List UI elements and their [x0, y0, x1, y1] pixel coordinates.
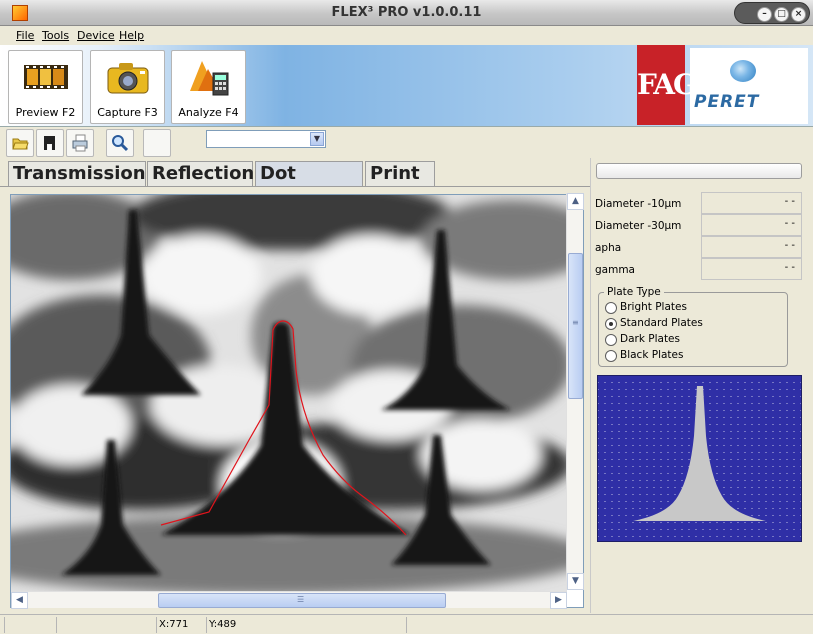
status-x: X:771 [156, 617, 206, 633]
dot-shape-preview [597, 375, 802, 542]
capture-button-label: Capture F3 [97, 106, 158, 119]
measurement-row: apha - - [595, 236, 802, 258]
measurement-label: Diameter -30µm [595, 220, 682, 232]
status-cell [406, 617, 806, 633]
radio-button[interactable] [605, 302, 617, 314]
plate-type-group: Plate Type Bright Plates Standard Plates… [598, 286, 788, 367]
blank-button[interactable] [143, 129, 171, 157]
scroll-right-icon[interactable]: ▶ [550, 592, 567, 609]
scroll-down-icon[interactable]: ▼ [567, 573, 584, 590]
zoom-icon [112, 135, 129, 152]
progress-bar [596, 163, 802, 179]
measurement-value: - - [701, 214, 802, 236]
dot-image-view[interactable] [10, 194, 584, 608]
menu-help[interactable]: Help [119, 29, 144, 42]
minimize-icon[interactable]: – [757, 7, 772, 22]
open-folder-button[interactable] [6, 129, 34, 157]
plate-type-title: Plate Type [604, 286, 664, 298]
window-controls: – □ × [734, 2, 810, 24]
camera-icon [107, 63, 149, 94]
radio-button-checked[interactable] [605, 318, 617, 330]
status-y: Y:489 [206, 617, 406, 633]
print-icon [72, 134, 88, 152]
save-icon [44, 136, 55, 150]
radio-button[interactable] [605, 350, 617, 362]
menu-device[interactable]: Device [77, 29, 115, 42]
fag-logo: FAG [637, 45, 697, 125]
measurement-label: apha [595, 242, 622, 254]
preview-button[interactable]: Preview F2 [8, 50, 83, 124]
title-bar: FLEX³ PRO v1.0.0.11 – □ × [0, 0, 813, 26]
measurement-label: gamma [595, 264, 635, 276]
analyze-button[interactable]: Analyze F4 [171, 50, 246, 124]
tab-transmission[interactable]: Transmission [8, 161, 146, 186]
close-icon[interactable]: × [791, 7, 806, 22]
measurement-value: - - [701, 236, 802, 258]
window-title: FLEX³ PRO v1.0.0.11 [331, 5, 482, 20]
vertical-scroll-thumb[interactable]: ≡ [568, 253, 583, 399]
measurement-row: Diameter -10µm - - [595, 192, 802, 214]
analyze-button-label: Analyze F4 [178, 106, 239, 119]
measurement-label: Diameter -10µm [595, 198, 682, 210]
tab-dot-shape[interactable]: Dot Shape [255, 161, 363, 208]
horizontal-scroll-thumb[interactable]: ☰ [158, 593, 446, 608]
measurement-value: - - [701, 192, 802, 214]
tab-strip: Transmission Reflection Dot Shape Print [0, 158, 590, 208]
scroll-left-icon[interactable]: ◀ [11, 592, 28, 609]
print-button[interactable] [66, 129, 94, 157]
maximize-icon[interactable]: □ [774, 7, 789, 22]
film-strip-icon [24, 65, 68, 89]
measurement-value: - - [701, 258, 802, 280]
toolbar-combo[interactable]: ▼ [206, 130, 326, 148]
measurement-row: Diameter -30µm - - [595, 214, 802, 236]
chevron-down-icon[interactable]: ▼ [310, 132, 324, 146]
menu-bar: File Tools Device Help [0, 26, 813, 45]
calculator-icon [190, 61, 229, 96]
microscope-image [11, 195, 583, 595]
scroll-up-icon[interactable]: ▲ [567, 193, 584, 210]
menu-file[interactable]: File [16, 29, 34, 42]
status-cell [56, 617, 156, 633]
measurement-panel: Diameter -10µm - - Diameter -30µm - - ap… [590, 158, 813, 613]
globe-icon [730, 60, 756, 82]
save-button[interactable] [36, 129, 64, 157]
vertical-scrollbar[interactable]: ▲ ≡ ▼ [566, 193, 584, 590]
open-folder-icon [12, 138, 29, 150]
menu-tools[interactable]: Tools [42, 29, 69, 42]
tab-reflection[interactable]: Reflection [147, 161, 254, 186]
dot-shape-silhouette [633, 386, 766, 521]
peret-logo: PERET [690, 48, 808, 124]
measurement-row: gamma - - [595, 258, 802, 280]
zoom-button[interactable] [106, 129, 134, 157]
preview-button-label: Preview F2 [15, 106, 76, 119]
secondary-toolbar [0, 127, 813, 157]
tab-print[interactable]: Print [365, 161, 435, 186]
horizontal-scrollbar[interactable]: ◀ ☰ ▶ [11, 591, 567, 609]
status-bar: X:771 Y:489 [0, 614, 813, 634]
radio-button[interactable] [605, 334, 617, 346]
status-cell [4, 617, 56, 633]
image-panel [0, 186, 590, 613]
capture-button[interactable]: Capture F3 [90, 50, 165, 124]
